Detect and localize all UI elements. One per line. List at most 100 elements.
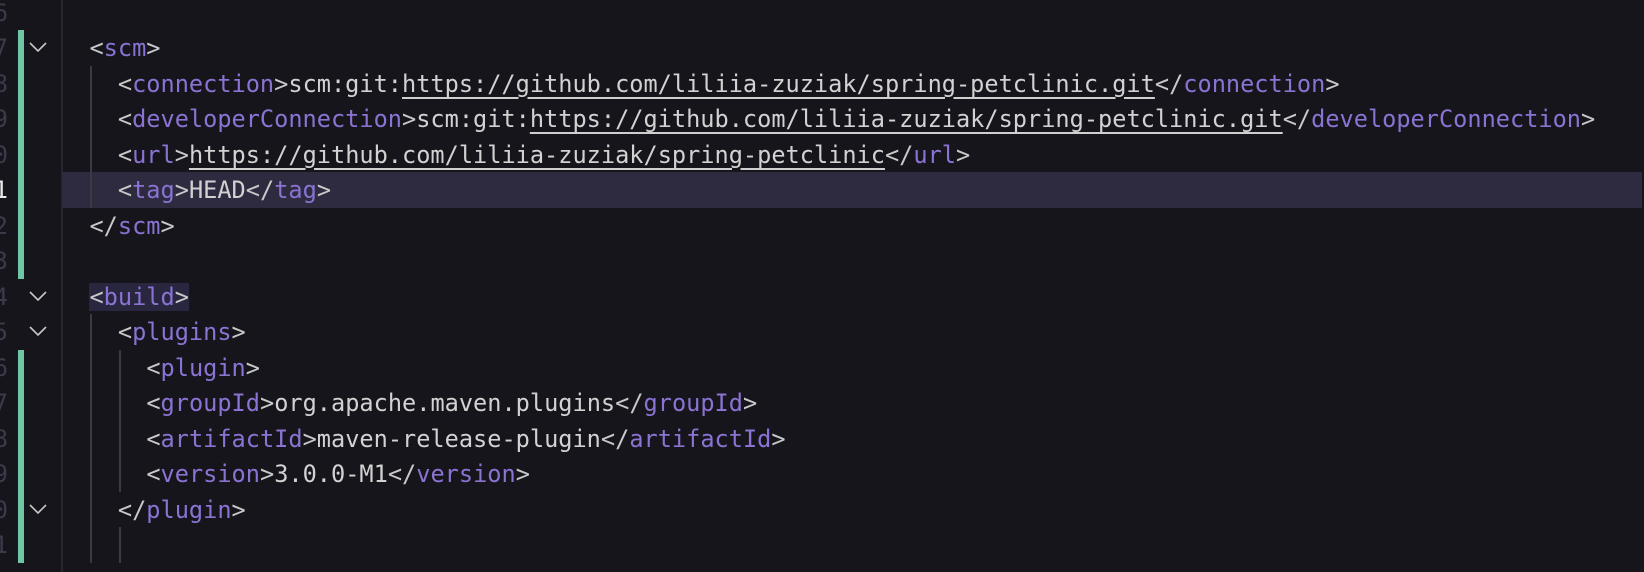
- xml-text: scm:git:: [416, 105, 530, 133]
- xml-tag-name: artifactId: [629, 424, 772, 453]
- code-line[interactable]: 1 <tag>HEAD</tag>: [0, 172, 1644, 208]
- change-indicator: [18, 243, 24, 279]
- code-line[interactable]: 9 <version>3.0.0-M1</version>: [0, 456, 1644, 492]
- bracket: >: [231, 318, 246, 346]
- xml-tag-name: groupId: [160, 389, 260, 417]
- code-text[interactable]: <scm>: [89, 33, 160, 63]
- line-number: 1: [0, 176, 8, 204]
- code-line[interactable]: 0 </plugin>: [0, 491, 1644, 527]
- code-text[interactable]: <tag>HEAD</tag>: [118, 175, 331, 205]
- bracket: >: [146, 34, 161, 62]
- bracket: >: [956, 140, 971, 169]
- line-number: 9: [0, 460, 8, 488]
- line-number: 6: [0, 0, 8, 27]
- code-text[interactable]: <developerConnection > scm:git:https://git…: [118, 104, 1595, 134]
- code-text[interactable]: </scm>: [89, 211, 174, 241]
- url-link[interactable]: https://github.com/liliia-zuziak/spring-…: [402, 70, 1155, 98]
- code-line[interactable]: 7 <scm>: [0, 30, 1644, 66]
- code-line[interactable]: 1: [0, 527, 1644, 563]
- change-indicator: [18, 207, 24, 243]
- indent-guide: [90, 65, 92, 208]
- change-indicator: [18, 456, 24, 492]
- bracket: >: [771, 424, 786, 453]
- line-number: 5: [0, 318, 8, 346]
- url-link[interactable]: https://github.com/liliia-zuziak/spring-…: [189, 141, 885, 169]
- bracket: >: [174, 282, 189, 311]
- code-line[interactable]: 2 </scm>: [0, 207, 1644, 243]
- change-indicator: [18, 420, 24, 456]
- url-link[interactable]: https://github.com/liliia-zuziak/spring-…: [530, 105, 1283, 133]
- bracket: </: [245, 176, 275, 204]
- xml-tag-name: url: [132, 140, 175, 169]
- indent-guide: [90, 314, 92, 563]
- line-number: 8: [0, 69, 8, 98]
- code-text[interactable]: <plugin>: [146, 353, 260, 383]
- bracket: >: [1325, 69, 1340, 98]
- xml-tag-name: artifactId: [160, 424, 303, 453]
- xml-tag-name: developerConnection: [132, 105, 402, 133]
- code-text[interactable]: <groupId>org.apache.maven.plugins</group…: [146, 388, 757, 418]
- xml-tag-name: plugin: [146, 495, 232, 524]
- code-text[interactable]: <connection>scm:git:https://github.com/l…: [118, 69, 1340, 99]
- xml-tag-name: plugins: [132, 318, 232, 346]
- xml-text: HEAD: [188, 176, 246, 204]
- bracket-match-highlight: <build>: [89, 282, 189, 311]
- xml-tag-name: scm: [117, 211, 161, 240]
- xml-tag-name: scm: [103, 34, 147, 62]
- xml-tag-name: version: [416, 460, 516, 488]
- line-number: 7: [0, 389, 8, 417]
- xml-text: 3.0.0-M1: [274, 460, 388, 488]
- code-text[interactable]: <artifactId>maven-release-plugin</artifa…: [146, 424, 785, 454]
- code-line[interactable]: 8 <connection>scm:git:https://github.com/…: [0, 65, 1644, 101]
- code-line[interactable]: 8 <artifactId>maven-release-plugin</artif…: [0, 420, 1644, 456]
- code-text[interactable]: <version>3.0.0-M1</version>: [146, 459, 530, 489]
- xml-tag-name: plugin: [160, 353, 246, 382]
- code-line[interactable]: 3: [0, 243, 1644, 279]
- xml-tag-name: build: [103, 282, 175, 311]
- code-line[interactable]: 9 <developerConnection > scm:git:https://gi…: [0, 101, 1644, 137]
- bracket: </: [1154, 69, 1184, 98]
- change-indicator: [18, 65, 24, 101]
- chevron-down-icon[interactable]: [28, 497, 48, 517]
- bracket: </: [615, 389, 644, 417]
- bracket: >: [174, 176, 189, 204]
- bracket: <: [117, 105, 133, 133]
- line-number: 9: [0, 105, 8, 133]
- code-text[interactable]: <url>https://github.com/liliia-zuziak/sp…: [118, 140, 970, 170]
- code-line[interactable]: 0 <url>https://github.com/liliia-zuziak/s…: [0, 136, 1644, 172]
- bracket: >: [742, 389, 758, 417]
- change-indicator: [18, 385, 24, 421]
- bracket: <: [117, 69, 133, 98]
- chevron-down-icon[interactable]: [28, 35, 48, 55]
- chevron-down-icon[interactable]: [28, 284, 48, 304]
- bracket: <: [117, 176, 133, 204]
- xml-tag-name: groupId: [643, 389, 743, 417]
- code-line[interactable]: 7 <groupId>org.apache.maven.plugins</grou…: [0, 385, 1644, 421]
- bracket: <: [146, 460, 161, 488]
- bracket: </: [1282, 105, 1312, 133]
- bracket: <: [117, 318, 133, 346]
- bracket: </: [884, 140, 914, 169]
- code-line[interactable]: 5 <plugins>: [0, 314, 1644, 350]
- bracket: >: [515, 460, 530, 488]
- change-indicator: [18, 101, 24, 137]
- code-text[interactable]: </plugin>: [118, 495, 246, 525]
- code-text[interactable]: <build>: [89, 282, 189, 312]
- bracket: >: [316, 176, 332, 204]
- bracket: >: [302, 424, 317, 453]
- bracket: >: [274, 69, 289, 98]
- bracket: >: [259, 460, 275, 488]
- code-text[interactable]: <plugins>: [118, 317, 246, 347]
- line-number: 6: [0, 353, 8, 382]
- code-line[interactable]: 6: [0, 0, 1644, 30]
- bracket: >: [1581, 105, 1596, 133]
- xml-tag-name: version: [160, 460, 260, 488]
- bracket: >: [259, 389, 275, 417]
- xml-tag-name: connection: [1183, 69, 1326, 98]
- line-number: 4: [0, 282, 8, 311]
- code-line[interactable]: 6 <plugin>: [0, 349, 1644, 385]
- code-line[interactable]: 4 <build>: [0, 279, 1644, 315]
- change-indicator: [18, 172, 24, 208]
- xml-tag-name: tag: [132, 176, 175, 204]
- chevron-down-icon[interactable]: [28, 319, 48, 339]
